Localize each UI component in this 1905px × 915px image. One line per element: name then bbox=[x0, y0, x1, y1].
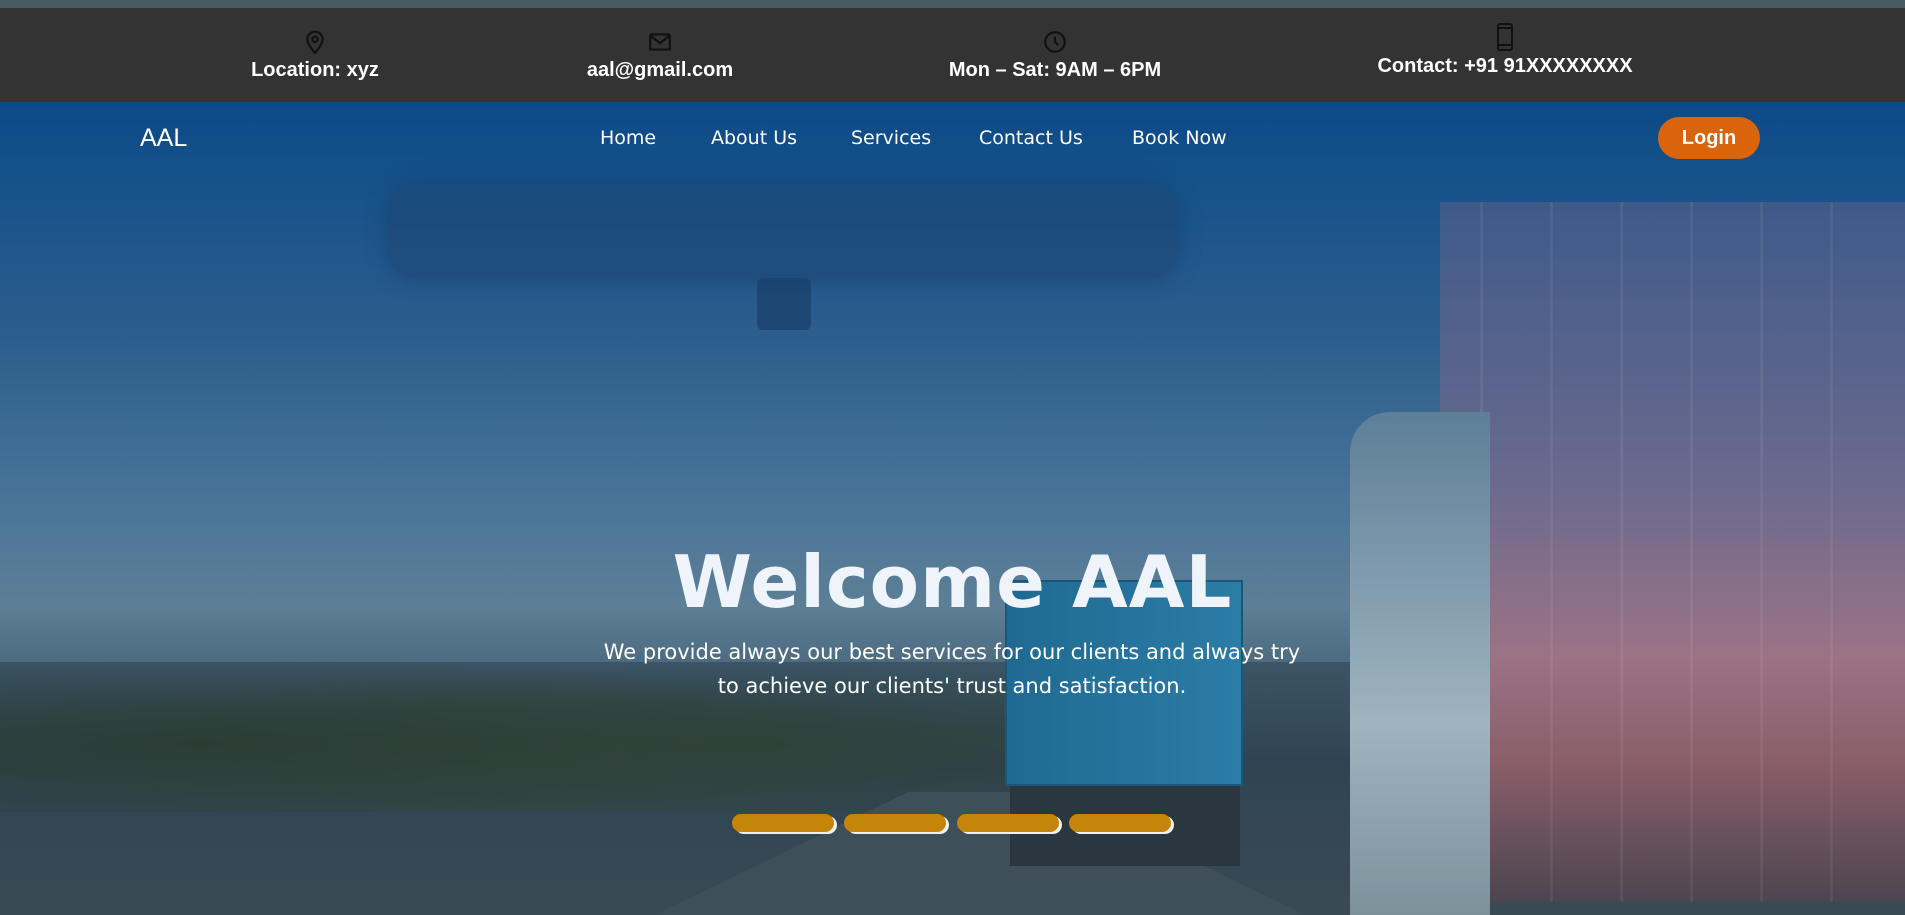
browser-top-strip bbox=[0, 0, 1905, 8]
hours-text: Mon – Sat: 9AM – 6PM bbox=[948, 59, 1162, 81]
nav-link-about-us[interactable]: About Us bbox=[711, 127, 797, 149]
email-text[interactable]: aal@gmail.com bbox=[570, 59, 750, 82]
brand-logo[interactable]: AAL bbox=[140, 124, 187, 153]
login-button[interactable]: Login bbox=[1658, 117, 1760, 159]
carousel-indicator-3[interactable] bbox=[957, 814, 1059, 832]
info-bar: Location: xyz aal@gmail.com Mon – Sat: 9… bbox=[0, 8, 1905, 102]
navbar: AAL Home About Us Services Contact Us Bo… bbox=[0, 102, 1905, 172]
info-email: aal@gmail.com bbox=[570, 8, 750, 102]
info-hours: Mon – Sat: 9AM – 6PM bbox=[935, 8, 1175, 102]
nav-link-book-now[interactable]: Book Now bbox=[1132, 127, 1227, 149]
carousel-indicator-1[interactable] bbox=[732, 814, 834, 832]
phone-icon bbox=[1497, 23, 1513, 51]
hero-subtitle: We provide always our best services for … bbox=[603, 640, 1301, 698]
mail-icon bbox=[649, 33, 671, 51]
hero-section: AAL Home About Us Services Contact Us Bo… bbox=[0, 102, 1905, 915]
info-contact: Contact: +91 91XXXXXXXX bbox=[1370, 8, 1640, 102]
carousel-indicator-2[interactable] bbox=[844, 814, 946, 832]
nav-link-home[interactable]: Home bbox=[600, 127, 656, 149]
info-location: Location: xyz bbox=[230, 8, 400, 102]
location-pin-icon bbox=[306, 30, 324, 55]
nav-link-contact-us[interactable]: Contact Us bbox=[979, 127, 1083, 149]
truck-cab-shape bbox=[1350, 412, 1490, 915]
nav-link-services[interactable]: Services bbox=[851, 127, 931, 149]
location-text: Location: xyz bbox=[251, 59, 379, 81]
carousel-indicator-4[interactable] bbox=[1069, 814, 1171, 832]
contact-text[interactable]: Contact: +91 91XXXXXXXX bbox=[1370, 55, 1640, 78]
hero-title: Welcome AAL bbox=[672, 540, 1233, 624]
rearview-mirror-stem bbox=[757, 278, 811, 330]
clock-icon bbox=[1044, 31, 1066, 53]
rearview-mirror-shape bbox=[388, 184, 1178, 279]
